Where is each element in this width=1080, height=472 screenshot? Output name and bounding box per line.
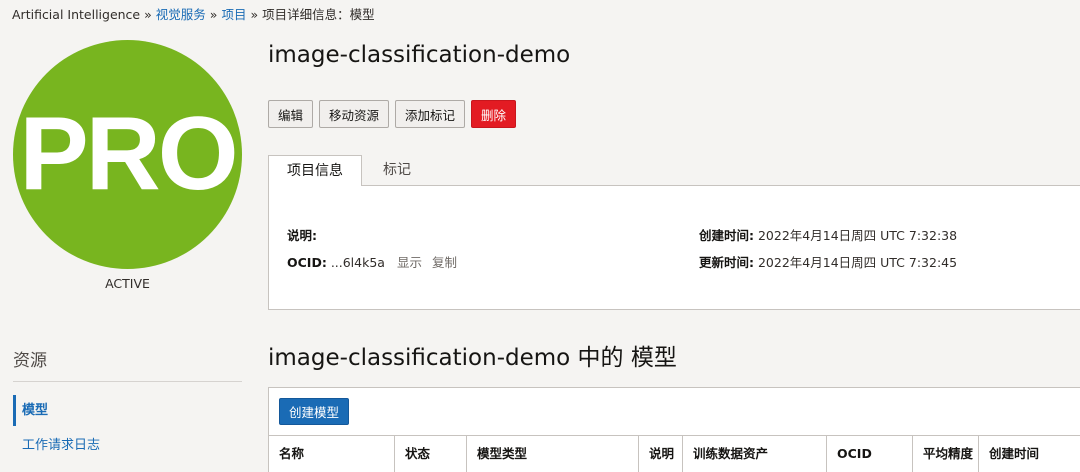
tab-tags[interactable]: 标记 xyxy=(365,155,429,186)
breadcrumb-separator: » xyxy=(209,7,218,22)
column-header-created[interactable]: 创建时间 xyxy=(978,436,1080,472)
column-header-ocid[interactable]: OCID xyxy=(826,436,912,472)
copy-ocid-link[interactable]: 复制 xyxy=(432,255,457,270)
avatar-text: PRO xyxy=(19,96,238,212)
ocid-value: ...6l4k5a xyxy=(330,255,385,270)
create-model-button[interactable]: 创建模型 xyxy=(279,398,350,425)
move-resource-button[interactable]: 移动资源 xyxy=(319,100,390,128)
column-header-status[interactable]: 状态 xyxy=(394,436,466,472)
breadcrumb-root: Artificial Intelligence xyxy=(12,7,141,22)
updated-row: 更新时间: 2022年4月14日周四 UTC 7:32:45 xyxy=(699,252,957,271)
models-section-title: image-classification-demo 中的 模型 xyxy=(268,345,677,371)
column-header-training-data[interactable]: 训练数据资产 xyxy=(682,436,826,472)
resource-item-models[interactable]: 模型 xyxy=(13,395,48,426)
project-info-panel: 说明: OCID: ...6l4k5a 显示 复制 创建时间: 2022年4月1… xyxy=(268,186,1080,310)
add-tags-button[interactable]: 添加标记 xyxy=(395,100,466,128)
updated-label: 更新时间: xyxy=(699,255,754,270)
ocid-row: OCID: ...6l4k5a 显示 复制 xyxy=(287,252,457,271)
tab-project-info[interactable]: 项目信息 xyxy=(268,155,362,187)
show-ocid-link[interactable]: 显示 xyxy=(397,255,422,270)
edit-button[interactable]: 编辑 xyxy=(268,100,314,128)
column-header-average-precision[interactable]: 平均精度 xyxy=(912,436,978,472)
delete-button[interactable]: 删除 xyxy=(471,100,517,128)
breadcrumb-separator: » xyxy=(250,7,259,22)
breadcrumb-separator: » xyxy=(144,7,152,22)
page-title: image-classification-demo xyxy=(268,42,571,68)
resources-divider xyxy=(13,381,242,382)
created-value: 2022年4月14日周四 UTC 7:32:38 xyxy=(757,228,958,243)
tab-bar: 项目信息 标记 xyxy=(268,155,1080,187)
created-row: 创建时间: 2022年4月14日周四 UTC 7:32:38 xyxy=(699,225,957,244)
status-label: ACTIVE xyxy=(105,276,150,291)
column-header-description[interactable]: 说明 xyxy=(638,436,682,472)
project-avatar: PRO xyxy=(13,40,242,269)
breadcrumb: Artificial Intelligence» 视觉服务» 项目» 项目详细信息：模… xyxy=(12,4,375,23)
resources-heading: 资源 xyxy=(13,351,47,371)
description-label: 说明: xyxy=(287,228,317,243)
ocid-label: OCID: xyxy=(287,255,327,270)
column-header-model-type[interactable]: 模型类型 xyxy=(466,436,638,472)
description-row: 说明: xyxy=(287,225,317,244)
created-label: 创建时间: xyxy=(699,228,754,243)
action-bar: 编辑 移动资源 添加标记 删除 xyxy=(268,100,517,128)
breadcrumb-current: 项目详细信息：模型 xyxy=(262,7,375,22)
models-table-header: 名称 状态 模型类型 说明 训练数据资产 OCID 平均精度 创建时间 xyxy=(269,435,1080,472)
models-panel: 创建模型 名称 状态 模型类型 说明 训练数据资产 OCID 平均精度 创建时间 xyxy=(268,387,1080,472)
resource-item-work-request-logs[interactable]: 工作请求日志 xyxy=(13,434,100,453)
breadcrumb-link-projects[interactable]: 项目 xyxy=(221,7,246,22)
breadcrumb-link-vision-service[interactable]: 视觉服务 xyxy=(156,7,206,22)
updated-value: 2022年4月14日周四 UTC 7:32:45 xyxy=(757,255,958,270)
column-header-name[interactable]: 名称 xyxy=(269,436,394,472)
